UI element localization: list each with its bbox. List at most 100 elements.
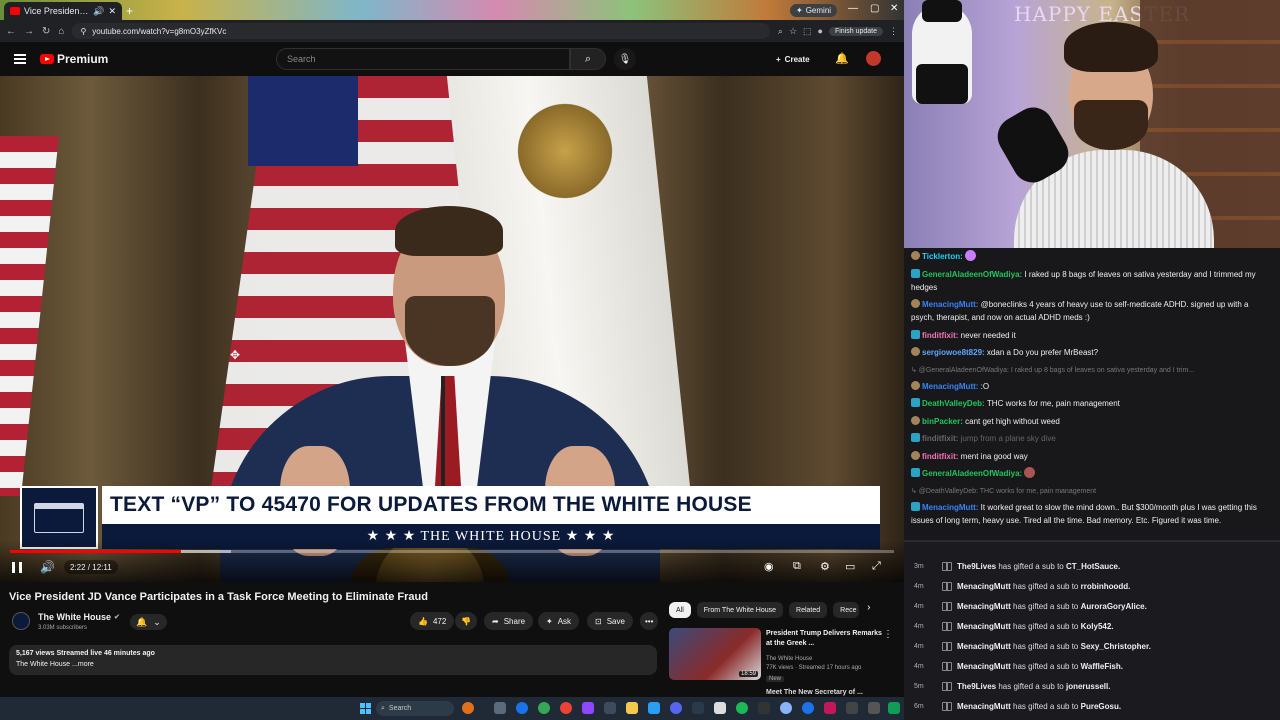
dislike-button[interactable]: 👎 (455, 612, 477, 630)
zoom-icon[interactable]: ⌕ (778, 26, 783, 37)
search-button[interactable]: ⌕ (570, 48, 606, 70)
gifter-name[interactable]: The9Lives (957, 682, 998, 691)
search-input[interactable]: Search (276, 48, 570, 70)
url-field[interactable]: ⚲ youtube.com/watch?v=g8mO3yZfKVc (72, 23, 770, 39)
recommendation-menu-icon[interactable]: ⋮ (883, 629, 893, 640)
youtube-premium-logo[interactable]: Premium (40, 52, 108, 66)
chrome-icon[interactable] (538, 702, 550, 714)
telegram-icon[interactable] (648, 702, 660, 714)
chip-all[interactable]: All (669, 602, 691, 618)
chat-username[interactable]: finditfixit: (922, 331, 961, 340)
pause-button[interactable] (12, 562, 22, 573)
chat-username[interactable]: Ticklerton: (922, 252, 965, 261)
site-info-icon[interactable]: ⚲ (80, 27, 86, 36)
profile-icon[interactable]: ● (818, 26, 823, 36)
gifter-name[interactable]: MenacingMutt (957, 642, 1013, 651)
user-avatar[interactable] (866, 51, 881, 66)
gift-recipient[interactable]: AuroraGoryAlice. (1081, 602, 1147, 611)
browser-tab[interactable]: Vice President JD Vance Pa 🔊 ✕ (4, 2, 122, 20)
home-icon[interactable]: ⌂ (58, 26, 64, 37)
recommendation-thumbnail[interactable]: 18:59 (669, 628, 761, 680)
hamburger-menu-icon[interactable] (14, 54, 26, 64)
gift-recipient[interactable]: CT_HotSauce. (1066, 562, 1120, 571)
theater-mode-icon[interactable]: ▭ (845, 560, 855, 573)
menu-dots-icon[interactable]: ⋮ (889, 26, 898, 37)
gift-recipient[interactable]: Koly542. (1081, 622, 1114, 631)
chat-username[interactable]: sergiowoe8t829: (922, 348, 987, 357)
more-actions-button[interactable]: ••• (640, 612, 659, 630)
chat-username[interactable]: MenacingMutt: (922, 300, 981, 309)
file-explorer-icon[interactable] (626, 702, 638, 714)
app-icon[interactable] (692, 702, 704, 714)
chat-username[interactable]: finditfixit: (922, 434, 961, 443)
app2-icon[interactable] (758, 702, 770, 714)
video-player[interactable]: ✥ TEXT “VP” TO 45470 FOR UPDATES FROM TH… (0, 76, 904, 582)
chip-recent[interactable]: Rece (833, 602, 860, 618)
gifter-name[interactable]: MenacingMutt (957, 622, 1013, 631)
weather-icon[interactable] (462, 702, 474, 714)
obs-icon[interactable] (582, 702, 594, 714)
chevron-right-icon[interactable]: › (867, 602, 870, 618)
chat-username[interactable]: DeathValleyDeb: (922, 399, 987, 408)
channel-name[interactable]: The White House ✔ (38, 612, 120, 622)
recommendation-title[interactable]: President Trump Delivers Remarks at the … (766, 629, 884, 649)
gift-recipient[interactable]: PureGosu. (1081, 702, 1121, 711)
minimize-icon[interactable]: — (848, 3, 858, 14)
notifications-bell-icon[interactable]: 🔔 (835, 52, 849, 65)
save-button[interactable]: ⊡ Save (587, 612, 633, 630)
app6-icon[interactable] (846, 702, 858, 714)
app3-icon[interactable] (780, 702, 792, 714)
new-tab-button[interactable]: + (126, 4, 133, 18)
gifter-name[interactable]: MenacingMutt (957, 582, 1013, 591)
channel-avatar[interactable] (12, 612, 30, 630)
gifter-name[interactable]: The9Lives (957, 562, 998, 571)
chat-username[interactable]: GeneralAladeenOfWadiya: (922, 270, 1024, 279)
task-view-icon[interactable] (494, 702, 506, 714)
subscribed-button[interactable]: 🔔 ⌄ (130, 614, 167, 630)
app5-icon[interactable] (824, 702, 836, 714)
create-button[interactable]: + Create (776, 51, 810, 67)
gift-recipient[interactable]: Sexy_Christopher. (1081, 642, 1151, 651)
notion-icon[interactable] (714, 702, 726, 714)
captions-icon[interactable]: ⧉ (793, 560, 801, 573)
taskbar-search[interactable]: ⌕ Search (376, 701, 454, 716)
chip-related[interactable]: Related (789, 602, 828, 618)
gift-recipient[interactable]: jonerussell. (1066, 682, 1110, 691)
maximize-icon[interactable]: ▢ (870, 3, 879, 14)
recommendation-2-title[interactable]: Meet The New Secretary of ... (766, 689, 863, 696)
windows-start-icon[interactable] (360, 703, 371, 714)
gemini-button[interactable]: ✦ Gemini (790, 4, 838, 17)
share-button[interactable]: ➦ Share (484, 612, 534, 630)
app4-icon[interactable] (802, 702, 814, 714)
voice-search-button[interactable]: 🎙 (614, 48, 636, 70)
ask-button[interactable]: ✦ Ask (538, 612, 580, 630)
app7-icon[interactable] (868, 702, 880, 714)
chat-username[interactable]: MenacingMutt: (922, 503, 981, 512)
app8-icon[interactable] (888, 702, 900, 714)
spotify-icon[interactable] (736, 702, 748, 714)
chrome-profile-icon[interactable] (560, 702, 572, 714)
fullscreen-icon[interactable]: ⤢ (872, 560, 881, 573)
autoplay-toggle-icon[interactable]: ◉ (764, 560, 774, 573)
close-window-icon[interactable]: ✕ (890, 3, 898, 14)
edge-icon[interactable] (516, 702, 528, 714)
description-box[interactable]: 5,167 views Streamed live 46 minutes ago… (9, 645, 657, 675)
finish-update-button[interactable]: Finish update (828, 26, 883, 36)
extension-icon[interactable]: ⬚ (803, 26, 812, 37)
settings-gear-icon[interactable]: ⚙ (820, 560, 830, 573)
chat-username[interactable]: binPacker: (922, 417, 965, 426)
chat-username[interactable]: GeneralAladeenOfWadiya: (922, 469, 1024, 478)
forward-icon[interactable]: → (24, 26, 34, 37)
chat-username[interactable]: finditfixit: (922, 452, 961, 461)
volume-icon[interactable]: 🔊 (40, 560, 55, 574)
terminal-icon[interactable] (604, 702, 616, 714)
tab-close-icon[interactable]: ✕ (108, 6, 116, 17)
back-icon[interactable]: ← (6, 26, 16, 37)
chip-from-channel[interactable]: From The White House (696, 602, 784, 618)
gifter-name[interactable]: MenacingMutt (957, 602, 1013, 611)
bookmark-star-icon[interactable]: ☆ (789, 26, 797, 37)
gift-recipient[interactable]: rrobinhoodd. (1081, 582, 1131, 591)
gifter-name[interactable]: MenacingMutt (957, 702, 1013, 711)
like-button[interactable]: 👍 472 (410, 612, 455, 630)
chat-username[interactable]: MenacingMutt: (922, 382, 981, 391)
